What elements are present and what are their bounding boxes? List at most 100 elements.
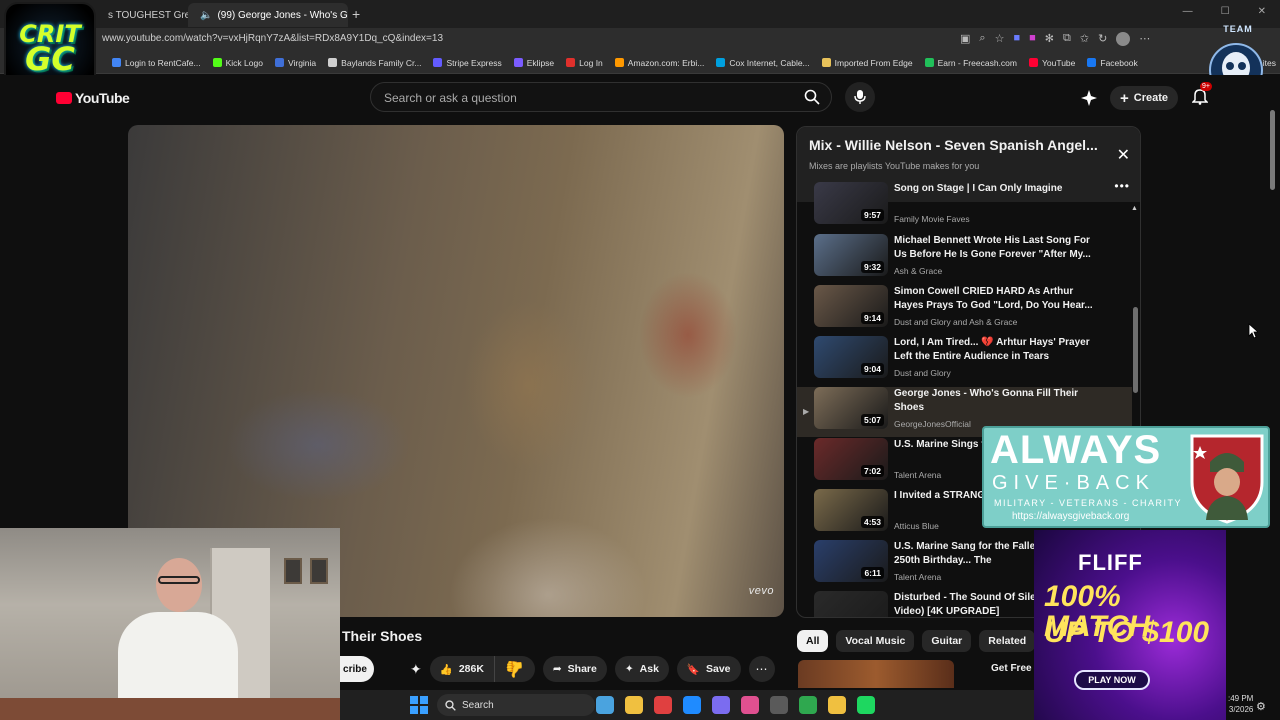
create-button[interactable]: + Create: [1110, 86, 1179, 110]
bookmark-item[interactable]: Baylands Family Cr...: [328, 58, 421, 68]
playlist-item[interactable]: 9:04 Lord, I Am Tired... 💔 Arhtur Hays' P…: [797, 336, 1132, 386]
now-playing-icon: ▶: [803, 407, 810, 416]
ai-sparkle-icon[interactable]: [1080, 89, 1098, 107]
microphone-icon: [854, 90, 866, 104]
taskbar-app-icon[interactable]: [828, 696, 846, 714]
playlist-item-title[interactable]: Michael Bennett Wrote His Last Song For …: [894, 234, 1094, 262]
bookmark-item[interactable]: Eklipse: [513, 58, 554, 68]
split-screen-icon[interactable]: ⧉: [1063, 32, 1071, 46]
bookmark-item[interactable]: Cox Internet, Cable...: [716, 58, 810, 68]
bookmark-item[interactable]: Earn - Freecash.com: [924, 58, 1017, 68]
taskbar-app-icon[interactable]: [625, 696, 643, 714]
fliff-ad[interactable]: FLIFF 100% MATCH UP TO $100 PLAY NOW: [1034, 530, 1226, 720]
extension-icon[interactable]: ✻: [1045, 32, 1054, 46]
address-bar-icons: ▣ ⌕ ☆ ■ ■ ✻ ⧉ ✩ ↻ ⋯: [960, 32, 1150, 46]
channel-sparkle-icon[interactable]: ✦: [410, 661, 422, 678]
playlist-item-title[interactable]: Song on Stage | I Can Only Imagine: [894, 182, 1094, 196]
page-scrollbar[interactable]: [1270, 110, 1275, 190]
save-button[interactable]: 🔖 Save: [676, 656, 741, 682]
speaker-icon[interactable]: 🔈: [200, 10, 212, 21]
video-thumbnail[interactable]: 9:57: [814, 182, 888, 224]
taskbar-app-icon[interactable]: [799, 696, 817, 714]
playlist-title[interactable]: Mix - Willie Nelson - Seven Spanish Ange…: [809, 137, 1098, 153]
taskbar-app-icon[interactable]: [741, 696, 759, 714]
history-icon[interactable]: ↻: [1098, 32, 1107, 46]
like-button[interactable]: 👍 286K: [430, 656, 495, 682]
more-icon: ⋯: [755, 662, 768, 676]
search-button[interactable]: [793, 83, 831, 111]
playlist-scrollbar[interactable]: [1133, 307, 1138, 393]
new-tab-icon[interactable]: +: [352, 6, 360, 22]
profile-avatar[interactable]: [1116, 32, 1131, 46]
close-window-icon[interactable]: ✕: [1258, 6, 1266, 17]
playlist-item[interactable]: 9:57 Song on Stage | I Can Only Imagine Fa…: [797, 182, 1132, 232]
playlist-item-title[interactable]: Lord, I Am Tired... 💔 Arhtur Hays' Praye…: [894, 336, 1094, 364]
scroll-up-icon[interactable]: ▲: [1131, 205, 1138, 212]
minimize-icon[interactable]: —: [1183, 6, 1193, 17]
favorites-icon[interactable]: ✩: [1080, 32, 1089, 46]
video-thumbnail[interactable]: 4:53: [814, 489, 888, 531]
share-button[interactable]: ➦ Share: [542, 656, 607, 682]
bookmark-item[interactable]: Virginia: [274, 58, 316, 68]
taskbar-app-icon[interactable]: [857, 696, 875, 714]
bookmark-item[interactable]: Facebook: [1087, 58, 1138, 68]
video-thumbnail[interactable]: 4K: [814, 591, 888, 617]
star-icon[interactable]: ☆: [995, 32, 1005, 46]
ask-button[interactable]: ✦ Ask: [614, 656, 669, 682]
bookmark-item[interactable]: Login to RentCafe...: [112, 58, 201, 68]
playlist-item-title[interactable]: George Jones - Who's Gonna Fill Their Sh…: [894, 387, 1094, 415]
playlist-item[interactable]: 9:14 Simon Cowell CRIED HARD As Arthur Ha…: [797, 285, 1132, 335]
zoom-icon[interactable]: ⌕: [979, 32, 985, 46]
video-thumbnail[interactable]: 6:11: [814, 540, 888, 582]
duration-badge: 6:11: [861, 567, 884, 579]
voice-search-button[interactable]: [845, 82, 875, 112]
taskbar-app-icon[interactable]: [683, 696, 701, 714]
play-now-button[interactable]: PLAY NOW: [1074, 670, 1150, 690]
video-thumbnail[interactable]: 7:02: [814, 438, 888, 480]
bookmark-item[interactable]: Amazon.com: Erbi...: [614, 58, 704, 68]
search-input[interactable]: Search or ask a question: [384, 91, 517, 105]
video-thumbnail[interactable]: 9:14: [814, 285, 888, 327]
taskbar-app-icon[interactable]: [712, 696, 730, 714]
search-box[interactable]: Search or ask a question: [370, 82, 832, 112]
browser-tab-active[interactable]: 🔈 (99) George Jones - Who's G ✕: [188, 3, 348, 27]
bookmark-item[interactable]: YouTube: [1028, 58, 1075, 68]
playlist-item[interactable]: 9:32 Michael Bennett Wrote His Last Song …: [797, 234, 1132, 284]
app-icon[interactable]: ▣: [960, 32, 970, 46]
bookmark-item[interactable]: Log In: [566, 58, 603, 68]
bookmark-item[interactable]: Imported From Edge: [821, 58, 913, 68]
more-menu-icon[interactable]: ⋯: [1139, 32, 1150, 46]
filter-chip[interactable]: Related: [979, 630, 1036, 652]
video-thumbnail[interactable]: 9:32: [814, 234, 888, 276]
close-icon[interactable]: ✕: [1117, 145, 1130, 165]
taskbar-app-icon[interactable]: [654, 696, 672, 714]
extension-icon[interactable]: ■: [1029, 32, 1036, 46]
browser-tab[interactable]: s TOUGHEST Great ✕: [100, 3, 188, 27]
settings-gear-icon[interactable]: ⚙: [1256, 700, 1266, 713]
dislike-button[interactable]: 👍: [495, 656, 535, 682]
video-thumbnail[interactable]: 5:07: [814, 387, 888, 429]
more-actions-button[interactable]: ⋯: [748, 656, 775, 682]
url-field[interactable]: www.youtube.com/watch?v=vxHjRqnY7zA&list…: [102, 33, 443, 44]
windows-start-icon[interactable]: [410, 696, 428, 714]
bookmark-item[interactable]: Stripe Express: [433, 58, 502, 68]
playlist-item-title[interactable]: Simon Cowell CRIED HARD As Arthur Hayes …: [894, 285, 1094, 313]
video-thumbnail[interactable]: 9:04: [814, 336, 888, 378]
recommendation-thumbnail[interactable]: [798, 660, 954, 688]
bookmark-favicon-icon: [274, 58, 284, 67]
youtube-logo[interactable]: YouTube: [56, 90, 130, 106]
notifications-button[interactable]: 9+: [1191, 81, 1212, 110]
filter-chip[interactable]: All: [797, 630, 829, 652]
taskbar-app-icon[interactable]: [770, 696, 788, 714]
filter-chip[interactable]: Vocal Music: [836, 630, 915, 652]
taskbar-search[interactable]: Search: [437, 694, 595, 716]
maximize-icon[interactable]: ☐: [1221, 6, 1230, 17]
subscribe-button[interactable]: cribe: [336, 656, 374, 682]
bookmark-favicon-icon: [1087, 58, 1097, 67]
extension-icon[interactable]: ■: [1013, 32, 1020, 46]
bookmark-item[interactable]: Kick Logo: [212, 58, 263, 68]
taskbar-app-icon[interactable]: [596, 696, 614, 714]
filter-chip[interactable]: Guitar: [922, 630, 972, 652]
taskbar-clock[interactable]: :49 PM 3/2026: [1228, 693, 1253, 715]
video-title: Their Shoes: [342, 628, 423, 644]
